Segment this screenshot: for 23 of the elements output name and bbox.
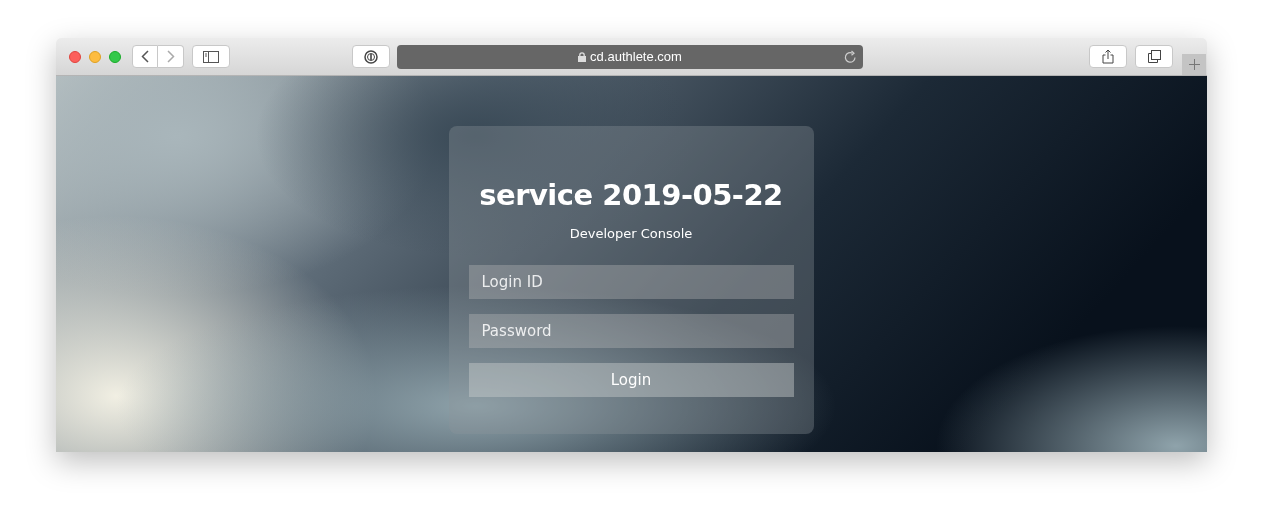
sidebar-button[interactable]: [192, 45, 230, 68]
reload-icon[interactable]: [844, 49, 857, 64]
chevron-right-icon: [166, 50, 175, 63]
close-button[interactable]: [69, 50, 81, 63]
subtitle: Developer Console: [569, 226, 693, 241]
service-title: service 2019-05-22: [479, 178, 783, 212]
tabs-button[interactable]: [1135, 45, 1173, 68]
share-button[interactable]: [1089, 45, 1127, 68]
url-text: cd.authlete.com: [590, 49, 682, 64]
back-button[interactable]: [132, 45, 158, 68]
password-button[interactable]: [352, 45, 390, 68]
sidebar-icon: [203, 50, 219, 63]
lock-icon: [578, 51, 587, 62]
password-icon: [364, 49, 378, 64]
zoom-button[interactable]: [109, 50, 121, 63]
chevron-left-icon: [141, 50, 149, 63]
forward-button[interactable]: [158, 45, 184, 68]
share-icon: [1102, 49, 1114, 64]
new-tab-button[interactable]: [1182, 54, 1206, 75]
minimize-button[interactable]: [89, 50, 101, 63]
address-bar[interactable]: cd.authlete.com: [397, 44, 863, 69]
overlapping-squares-icon: [1147, 50, 1161, 63]
plus-icon: [1188, 59, 1200, 70]
